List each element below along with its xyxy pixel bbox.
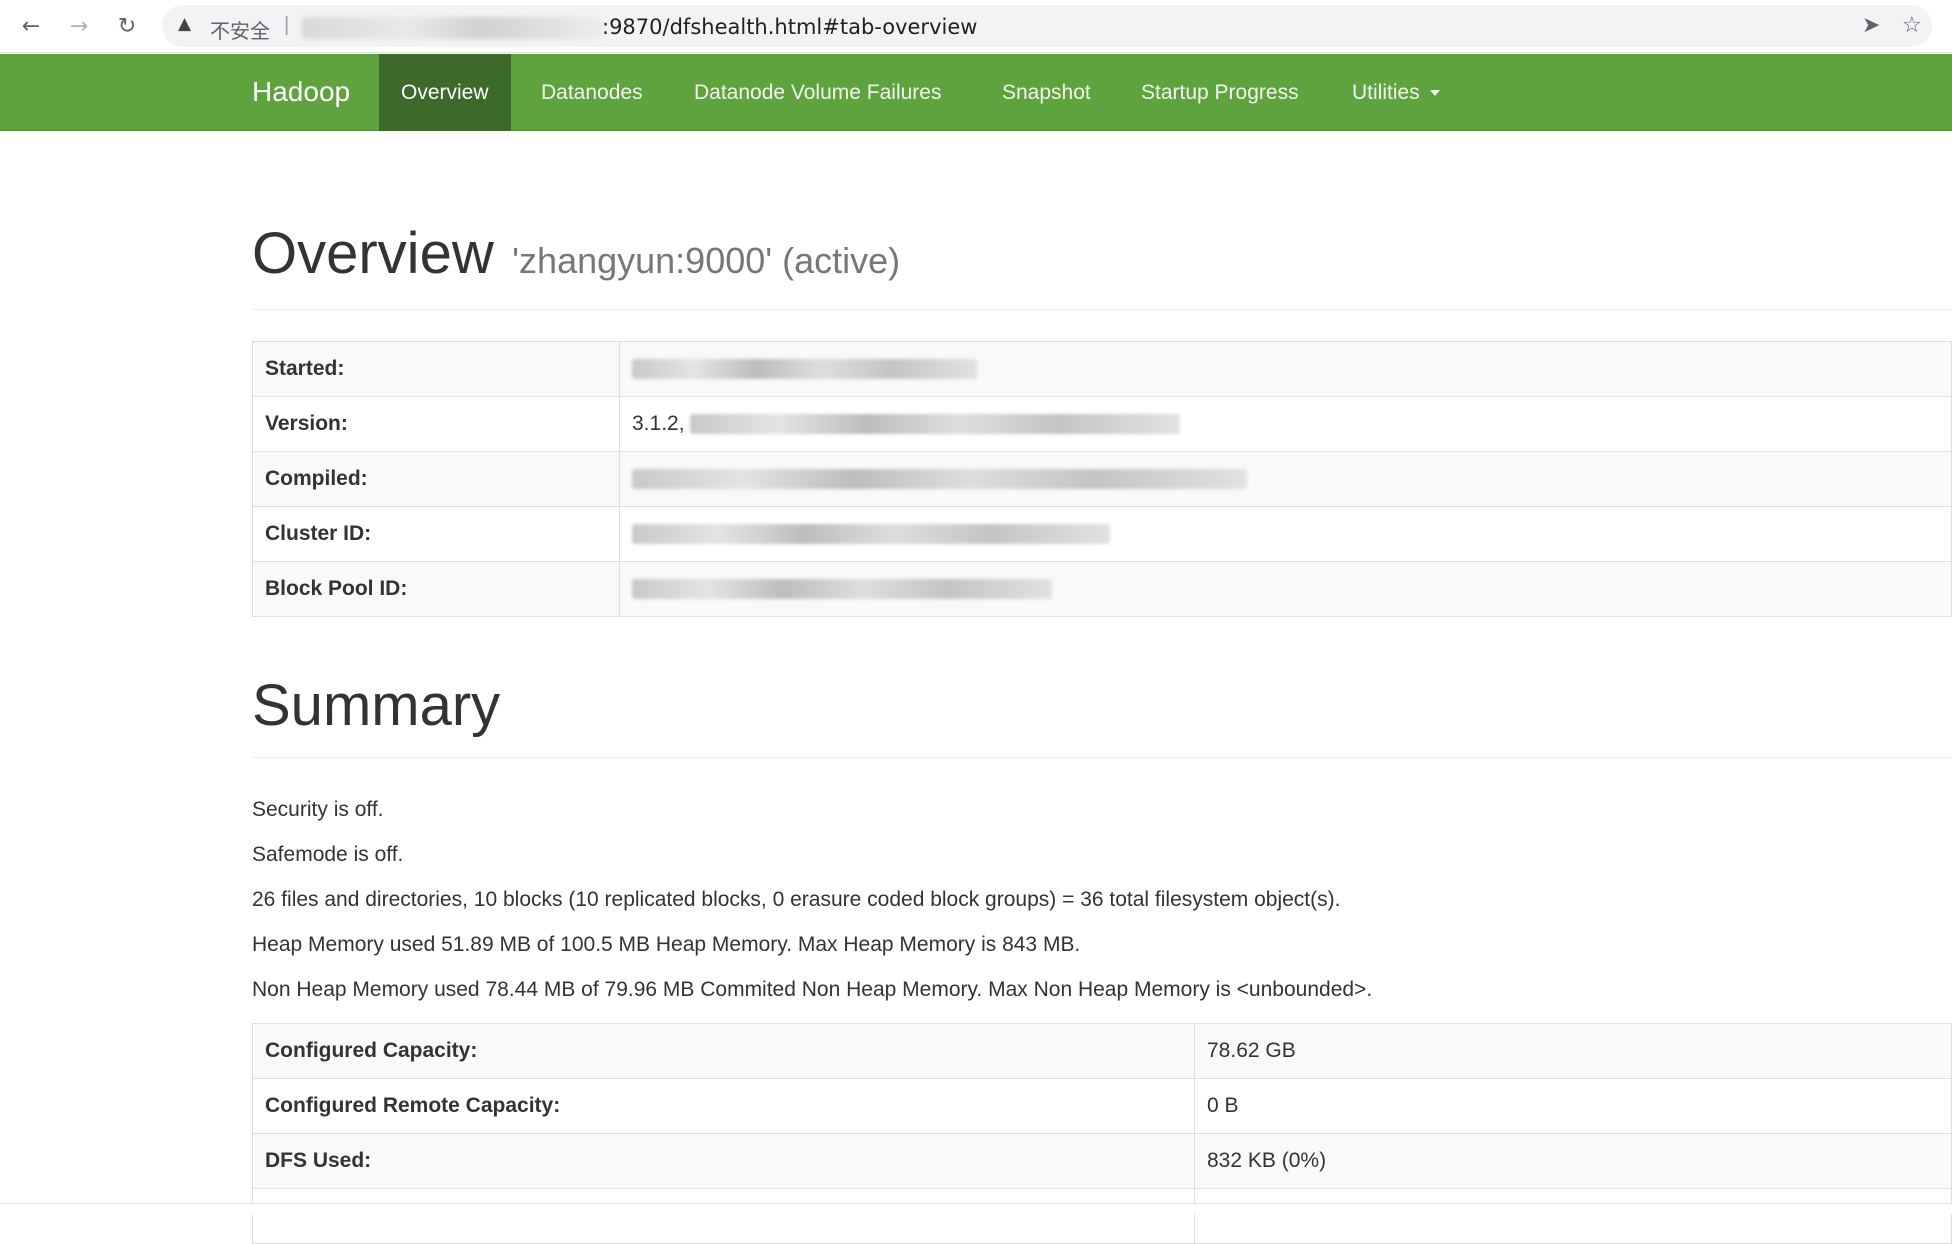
namenode-address: 'zhangyun:9000' (active) [512,240,901,281]
tab-datanode-volume-failures[interactable]: Datanode Volume Failures [672,54,963,131]
tab-label: Utilities [1352,80,1420,104]
row-value: 832 KB (0%) [1194,1133,1952,1189]
table-row: Configured Capacity: 78.62 GB [252,1023,1952,1079]
table-row [252,1188,1952,1244]
summary-header: Summary [252,672,1952,758]
tab-snapshot[interactable]: Snapshot [980,54,1113,131]
table-row: Block Pool ID: [252,561,1952,617]
caret-down-icon [1429,89,1440,96]
redacted-host [302,17,602,39]
reload-icon: ↻ [117,13,137,39]
redacted-value [632,469,1247,490]
overview-header: Overview 'zhangyun:9000' (active) [252,220,1952,310]
row-value: 78.62 GB [1194,1023,1952,1079]
star-icon[interactable]: ☆ [1902,13,1922,38]
tab-label: Snapshot [1002,80,1091,104]
forward-button[interactable]: → [62,9,96,43]
heap-memory-line: Heap Memory used 51.89 MB of 100.5 MB He… [252,933,1081,956]
row-value [619,341,1952,397]
row-key: DFS Used: [252,1133,1195,1189]
overview-table: Started: Version: 3.1.2, Compiled: Clust… [252,341,1952,617]
non-heap-memory-line: Non Heap Memory used 78.44 MB of 79.96 M… [252,978,1373,1001]
row-key: Configured Remote Capacity: [252,1078,1195,1134]
separator: | [284,14,290,36]
brand-logo[interactable]: Hadoop [252,76,350,108]
table-row: Cluster ID: [252,506,1952,562]
tab-datanodes[interactable]: Datanodes [519,54,665,131]
warning-icon: ▲ [178,14,192,34]
row-value [619,506,1952,562]
tab-utilities[interactable]: Utilities [1330,54,1462,131]
row-key: Block Pool ID: [252,561,620,617]
redacted-value [632,359,977,380]
tab-label: Overview [401,80,489,104]
summary-text: Security is off. Safemode is off. 26 fil… [252,797,1372,1022]
arrow-right-icon: → [69,13,89,39]
row-key: Cluster ID: [252,506,620,562]
row-value [619,561,1952,617]
table-row: Configured Remote Capacity: 0 B [252,1078,1952,1134]
browser-toolbar: ← → ↻ ▲ 不安全 | :9870/dfshealth.html#tab-o… [0,0,1952,53]
row-key: Started: [252,341,620,397]
redacted-value [690,414,1181,435]
safemode-status-line: Safemode is off. [252,843,404,866]
row-value [619,451,1952,507]
filesystem-objects-line: 26 files and directories, 10 blocks (10 … [252,888,1341,911]
tab-overview[interactable]: Overview [379,54,511,131]
table-row: Compiled: [252,451,1952,507]
address-bar[interactable]: ▲ 不安全 | :9870/dfshealth.html#tab-overvie… [162,5,1932,47]
url-text[interactable]: :9870/dfshealth.html#tab-overview [602,15,977,39]
redacted-value [632,524,1110,545]
tab-label: Startup Progress [1141,80,1299,104]
row-key [252,1188,1195,1244]
tab-label: Datanodes [541,80,643,104]
summary-title: Summary [252,673,501,738]
row-key: Compiled: [252,451,620,507]
row-key: Version: [252,396,620,452]
back-button[interactable]: ← [14,9,48,43]
table-row: Started: [252,341,1952,397]
security-status[interactable]: 不安全 [210,15,270,44]
security-status-line: Security is off. [252,798,384,821]
row-key: Configured Capacity: [252,1023,1195,1079]
tab-startup-progress[interactable]: Startup Progress [1119,54,1321,131]
window-bottom-edge [0,1203,1952,1214]
arrow-left-icon: ← [21,13,41,39]
redacted-value [632,579,1052,600]
row-value [1194,1188,1952,1244]
version-text: 3.1.2, [632,412,691,435]
page-title: Overview [252,221,494,286]
reload-button[interactable]: ↻ [110,9,144,43]
table-row: Version: 3.1.2, [252,396,1952,452]
table-row: DFS Used: 832 KB (0%) [252,1133,1952,1189]
tab-label: Datanode Volume Failures [694,80,942,104]
row-value: 0 B [1194,1078,1952,1134]
top-navbar: Hadoop Overview Datanodes Datanode Volum… [0,54,1952,131]
send-icon[interactable]: ➤ [1862,13,1880,38]
row-value: 3.1.2, [619,396,1952,452]
